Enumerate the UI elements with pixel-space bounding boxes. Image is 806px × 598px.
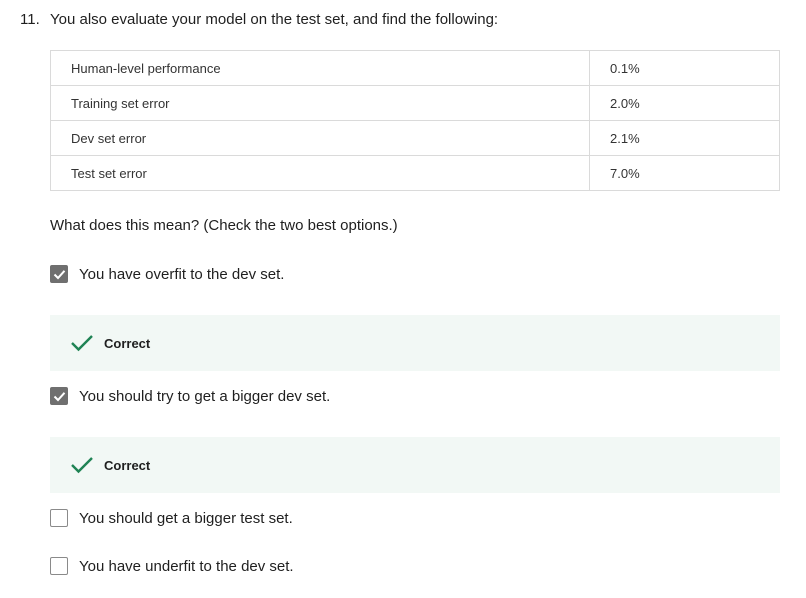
option-overfit-dev[interactable]: You have overfit to the dev set. (50, 265, 284, 283)
row-value: 7.0% (589, 155, 780, 191)
checkbox-unchecked[interactable] (50, 509, 68, 527)
results-table: Human-level performance 0.1% Training se… (50, 50, 780, 191)
feedback-correct: Correct (50, 437, 780, 493)
option-bigger-dev-set[interactable]: You should try to get a bigger dev set. (50, 387, 330, 405)
table-row: Human-level performance 0.1% (50, 50, 780, 86)
checkbox-checked[interactable] (50, 265, 68, 283)
row-value: 2.1% (589, 120, 780, 156)
table-row: Training set error 2.0% (50, 85, 780, 121)
table-row: Dev set error 2.1% (50, 120, 780, 156)
option-bigger-test-set[interactable]: You should get a bigger test set. (50, 509, 293, 527)
checkbox-checked[interactable] (50, 387, 68, 405)
row-value: 2.0% (589, 85, 780, 121)
table-row: Test set error 7.0% (50, 155, 780, 191)
row-label: Dev set error (50, 120, 590, 156)
feedback-label: Correct (104, 457, 151, 473)
option-label: You should try to get a bigger dev set. (79, 387, 331, 405)
checkbox-unchecked[interactable] (50, 557, 68, 575)
row-label: Human-level performance (50, 50, 590, 86)
option-label: You have underfit to the dev set. (79, 557, 294, 575)
option-underfit-dev[interactable]: You have underfit to the dev set. (50, 557, 294, 575)
row-value: 0.1% (589, 50, 780, 86)
option-label: You have overfit to the dev set. (79, 265, 285, 283)
row-label: Test set error (50, 155, 590, 191)
feedback-correct: Correct (50, 315, 780, 371)
question-prompt: What does this mean? (Check the two best… (50, 217, 398, 234)
correct-check-icon (71, 335, 93, 352)
checkmark-icon (53, 269, 65, 279)
feedback-label: Correct (104, 335, 151, 351)
row-label: Training set error (50, 85, 590, 121)
option-label: You should get a bigger test set. (79, 509, 293, 527)
correct-check-icon (71, 457, 93, 474)
question-number: 11. (20, 11, 40, 28)
checkmark-icon (53, 391, 65, 401)
question-text: You also evaluate your model on the test… (50, 11, 499, 28)
